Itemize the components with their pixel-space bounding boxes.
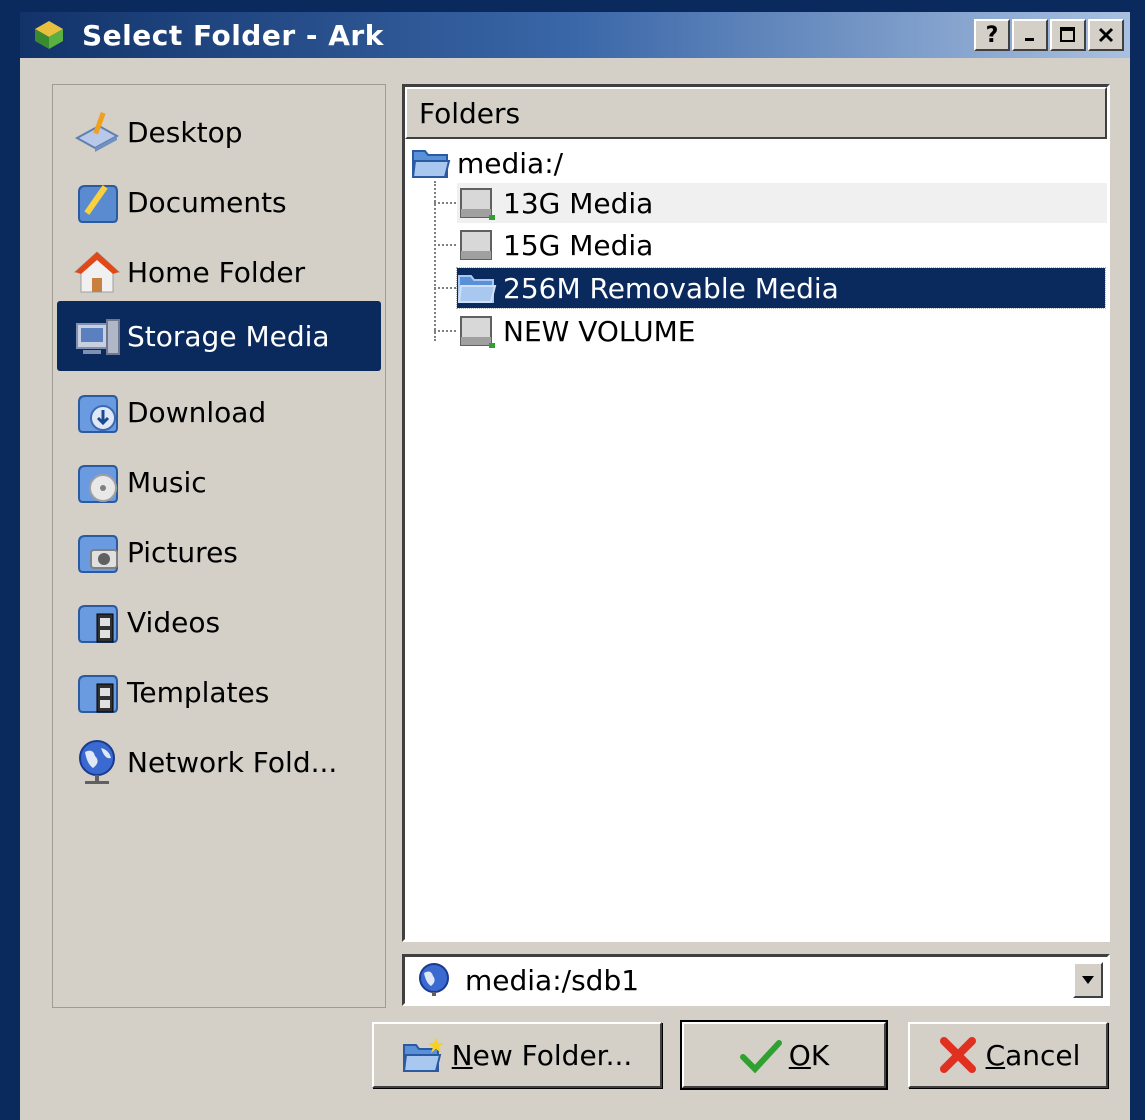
place-music[interactable]: Music: [57, 447, 381, 517]
desktop-icon: [74, 111, 120, 152]
network-icon: [79, 740, 115, 784]
cancel-label: Cancel: [985, 1038, 1081, 1072]
tree-root-label: media:/: [457, 146, 564, 180]
pictures-icon: [78, 535, 118, 573]
place-label: Desktop: [127, 115, 243, 149]
maximize-button[interactable]: [1050, 19, 1086, 51]
tree-item-256m-removable-media[interactable]: 256M Removable Media: [456, 267, 1106, 309]
templates-icon: [78, 675, 118, 713]
help-button[interactable]: ?: [974, 19, 1010, 51]
dialog-body: Desktop Documents Home Folder Storage Me…: [20, 58, 1130, 1120]
places-panel: Desktop Documents Home Folder Storage Me…: [52, 84, 386, 1008]
place-label: Home Folder: [127, 255, 306, 289]
folder-icon: [457, 275, 497, 303]
place-label: Network Fold...: [127, 745, 338, 779]
cancel-x-icon: [939, 1037, 976, 1073]
tree-column-header[interactable]: Folders: [405, 87, 1107, 139]
new-folder-icon: [402, 1037, 444, 1072]
tree-item-label: 13G Media: [503, 186, 654, 220]
download-icon: [78, 395, 118, 433]
minimize-icon: [1025, 38, 1034, 41]
place-label: Documents: [127, 185, 287, 219]
harddisk-icon: [460, 188, 495, 220]
location-value: media:/sdb1: [465, 963, 640, 997]
tree-line: [434, 330, 456, 332]
new-folder-button[interactable]: New Folder...: [372, 1022, 662, 1088]
place-label: Templates: [127, 675, 270, 709]
maximize-icon: [1060, 27, 1075, 42]
dialog-window: Select Folder - Ark ? Desktop Documents …: [0, 0, 1145, 1120]
window-title: Select Folder - Ark: [82, 18, 384, 52]
place-videos[interactable]: Videos: [57, 587, 381, 657]
close-icon: [1098, 27, 1114, 43]
music-icon: [78, 465, 118, 503]
ok-label: OK: [788, 1038, 830, 1072]
folder-tree[interactable]: Folders media:/ 13G Media 15G Media 256M…: [402, 84, 1110, 942]
folder-open-icon: [411, 150, 451, 178]
tree-item-label: NEW VOLUME: [503, 314, 696, 348]
tree-root[interactable]: media:/: [411, 143, 1107, 183]
place-label: Storage Media: [127, 319, 330, 353]
tree-line: [434, 181, 436, 341]
tree-item-15g-media[interactable]: 15G Media: [457, 225, 1107, 265]
close-button[interactable]: [1088, 19, 1124, 51]
minimize-button[interactable]: [1012, 19, 1048, 51]
tree-item-label: 256M Removable Media: [503, 271, 839, 305]
location-combobox[interactable]: media:/sdb1: [402, 954, 1110, 1006]
storage-media-icon: [76, 319, 120, 355]
tree-line: [434, 287, 456, 289]
place-storage-media[interactable]: Storage Media: [57, 301, 381, 371]
harddisk-icon: [460, 230, 492, 260]
globe-icon: [419, 963, 449, 996]
tree-item-label: 15G Media: [503, 228, 654, 262]
place-documents[interactable]: Documents: [57, 167, 381, 237]
place-network[interactable]: Network Fold...: [57, 727, 381, 797]
chevron-down-icon: [1082, 976, 1094, 984]
tree-item-13g-media[interactable]: 13G Media: [457, 183, 1107, 223]
place-label: Pictures: [127, 535, 238, 569]
place-pictures[interactable]: Pictures: [57, 517, 381, 587]
home-icon: [73, 251, 121, 293]
new-folder-label: New Folder...: [451, 1038, 633, 1072]
place-download[interactable]: Download: [57, 377, 381, 447]
place-desktop[interactable]: Desktop: [57, 97, 381, 167]
place-home[interactable]: Home Folder: [57, 237, 381, 307]
tree-line: [434, 202, 456, 204]
documents-icon: [78, 185, 118, 223]
checkmark-icon: [739, 1040, 782, 1074]
videos-icon: [78, 605, 118, 643]
ark-app-icon: [35, 21, 63, 49]
place-templates[interactable]: Templates: [57, 657, 381, 727]
title-bar[interactable]: Select Folder - Ark ?: [20, 12, 1130, 58]
cancel-button[interactable]: Cancel: [908, 1022, 1108, 1088]
harddisk-icon: [460, 316, 495, 348]
place-label: Videos: [127, 605, 221, 639]
tree-line: [434, 244, 456, 246]
ok-button[interactable]: OK: [680, 1020, 888, 1090]
place-label: Music: [127, 465, 207, 499]
place-label: Download: [127, 395, 267, 429]
dropdown-arrow-button[interactable]: [1073, 962, 1103, 998]
tree-item-new-volume[interactable]: NEW VOLUME: [457, 311, 1107, 351]
